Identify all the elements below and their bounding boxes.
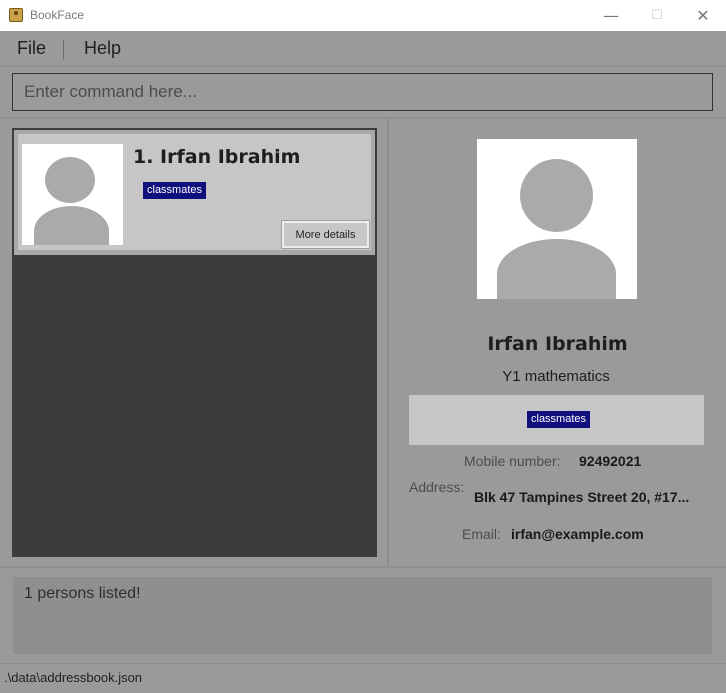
address-value: Blk 47 Tampines Street 20, #17...	[474, 489, 690, 505]
avatar-head	[520, 159, 593, 232]
minimize-button[interactable]: —	[588, 0, 634, 31]
bookface-app-icon	[9, 8, 23, 22]
more-details-button[interactable]: More details	[281, 220, 370, 249]
detail-name: Irfan Ibrahim	[487, 333, 628, 355]
person-card-name: 1. Irfan Ibrahim	[133, 146, 301, 168]
close-button[interactable]: ✕	[680, 0, 726, 31]
maximize-button[interactable]: ☐	[634, 0, 680, 31]
person-silhouette-icon	[22, 144, 123, 245]
detail-tags-box: classmates	[409, 395, 704, 445]
bottom-divider	[0, 566, 726, 568]
address-label: Address:	[409, 479, 465, 495]
command-input[interactable]	[12, 73, 713, 111]
avatar-body	[34, 206, 109, 245]
person-card[interactable]: 1. Irfan Ibrahim classmates More details	[14, 130, 375, 255]
avatar-head	[45, 157, 95, 203]
person-silhouette-icon	[477, 139, 637, 299]
result-display[interactable]: 1 persons listed!	[12, 576, 713, 655]
person-card-body: 1. Irfan Ibrahim classmates More details	[18, 134, 371, 250]
title-bar: BookFace — ☐ ✕	[0, 0, 726, 31]
window-title: BookFace	[30, 8, 85, 22]
status-bar: .\data\addressbook.json	[0, 663, 726, 693]
detail-subtitle: Y1 mathematics	[502, 368, 610, 385]
menu-help[interactable]: Help	[84, 38, 121, 59]
person-list-panel[interactable]: 1. Irfan Ibrahim classmates More details	[12, 128, 377, 557]
save-location-path: .\data\addressbook.json	[4, 670, 143, 685]
email-label: Email:	[462, 526, 501, 542]
person-detail-panel: Irfan Ibrahim Y1 mathematics classmates …	[389, 119, 726, 567]
mobile-label: Mobile number:	[464, 453, 561, 469]
email-value: irfan@example.com	[511, 526, 644, 542]
menu-file[interactable]: File	[17, 38, 46, 59]
avatar-body	[497, 239, 616, 299]
mobile-value: 92492021	[579, 453, 642, 469]
detail-tag: classmates	[527, 411, 591, 428]
person-card-tag: classmates	[143, 182, 207, 199]
menu-separator	[63, 40, 64, 60]
menu-bar: File Help	[0, 31, 726, 67]
